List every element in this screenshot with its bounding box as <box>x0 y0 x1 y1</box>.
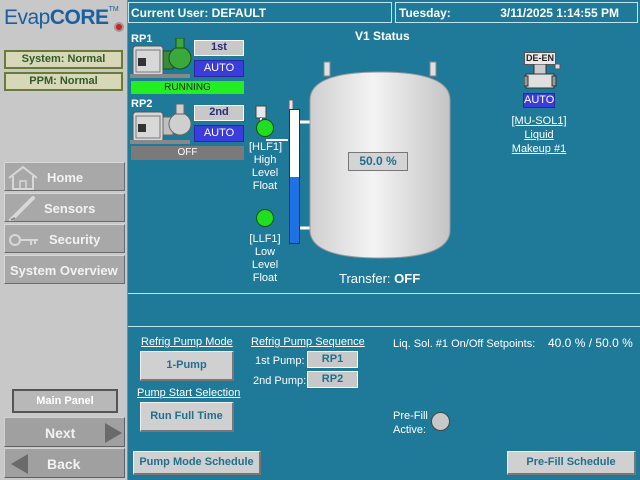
rp2-mode[interactable]: AUTO <box>194 125 244 142</box>
back-label: Back <box>47 456 81 472</box>
transfer-status: Transfer: OFF <box>339 271 420 286</box>
current-user: Current User: DEFAULT <box>128 2 392 23</box>
nav-sensors-button[interactable]: Sensors <box>4 193 125 222</box>
next-button[interactable]: Next <box>4 417 125 447</box>
setpoints-label: Liq. Sol. #1 On/Off Setpoints: <box>393 338 536 350</box>
hlf1-line3: Float <box>252 180 278 192</box>
nav-sensors-label: Sensors <box>44 201 96 216</box>
setpoints-values: 40.0 % / 50.0 % <box>548 336 633 350</box>
divider-bottom <box>128 326 640 327</box>
hlf1-line1: High <box>253 154 277 166</box>
prefill-line2: Active: <box>393 424 427 436</box>
pump-mode-title-link[interactable]: Refrig Pump Mode <box>141 336 233 348</box>
hlf1-label: [HLF1] High Level Float <box>249 141 283 193</box>
evapcore-logo: EvapCORETM <box>4 6 124 38</box>
valve-tag: [MU-SOL1] <box>511 115 567 127</box>
llf1-line3: Float <box>252 272 278 284</box>
hlf1-tag: [HLF1] <box>249 141 283 153</box>
llf1-label: [LLF1] Low Level Float <box>249 233 281 285</box>
tank-level-readout: 50.0 % <box>348 152 408 171</box>
transfer-label: Transfer: <box>339 271 391 286</box>
nav-home-button[interactable]: Home <box>4 162 125 191</box>
rp2-state: OFF <box>131 146 244 160</box>
valve-mode[interactable]: AUTO <box>523 93 555 108</box>
back-button[interactable]: Back <box>4 448 125 478</box>
hlf1-float-indicator <box>256 119 274 137</box>
valve-line1: Liquid <box>524 129 554 141</box>
prefill-schedule-button[interactable]: Pre-Fill Schedule <box>507 451 636 475</box>
key-icon <box>9 234 38 246</box>
prefill-active-indicator <box>431 412 450 431</box>
second-pump-value[interactable]: RP2 <box>307 371 358 388</box>
arrow-left-icon <box>11 454 28 474</box>
next-label: Next <box>45 425 76 441</box>
llf1-float-indicator <box>256 209 274 227</box>
system-status-badge: System: Normal <box>4 50 123 69</box>
second-pump-label: 2nd Pump: <box>253 375 307 387</box>
first-pump-value[interactable]: RP1 <box>307 351 358 368</box>
sensor-probe-icon <box>9 196 35 221</box>
status-title: V1 Status <box>355 29 410 43</box>
llf1-line2: Level <box>251 259 279 271</box>
pump-mode-schedule-button[interactable]: Pump Mode Schedule <box>133 451 261 475</box>
ppm-status-badge: PPM: Normal <box>4 72 123 91</box>
first-pump-label: 1st Pump: <box>255 355 305 367</box>
nav-security-button[interactable]: Security <box>4 224 125 253</box>
level-fill <box>290 176 299 243</box>
main-panel-button[interactable]: Main Panel <box>12 389 118 413</box>
llf1-line1: Low <box>254 246 276 258</box>
rp1-mode[interactable]: AUTO <box>194 60 244 77</box>
rp2-order: 2nd <box>194 105 244 121</box>
valve-line2: Makeup #1 <box>511 143 567 155</box>
rp2-pump-icon[interactable] <box>130 104 192 146</box>
pump-mode-button[interactable]: 1-Pump <box>140 351 234 381</box>
sequence-title-link[interactable]: Refrig Pump Sequence <box>251 336 365 348</box>
nav-system-overview-button[interactable]: System Overview <box>4 255 125 284</box>
valve-label[interactable]: [MU-SOL1] Liquid Makeup #1 <box>500 114 578 156</box>
transfer-value: OFF <box>394 271 421 286</box>
setpoint-on[interactable]: 40.0 % <box>548 336 585 350</box>
rp1-pump-icon[interactable] <box>130 38 192 80</box>
arrow-right-icon <box>105 423 122 443</box>
day-label: Tuesday: <box>399 6 451 20</box>
home-icon <box>8 165 38 190</box>
prefill-line1: Pre-Fill <box>393 410 428 422</box>
prefill-label: Pre-Fill Active: <box>393 409 428 437</box>
setpoint-separator: / <box>588 336 593 350</box>
logo-gear-icon <box>114 22 124 32</box>
logo-tm: TM <box>108 6 119 13</box>
llf1-tag: [LLF1] <box>249 233 281 245</box>
date-display: Tuesday: 3/11/2025 1:14:55 PM <box>395 2 638 23</box>
logo-name-light: Evap <box>4 6 50 29</box>
logo-name-bold: CORE <box>49 6 109 29</box>
solenoid-valve-icon[interactable] <box>524 64 562 92</box>
rp1-order: 1st <box>194 40 244 56</box>
nav-security-label: Security <box>49 232 101 247</box>
nav-system-overview-label: System Overview <box>10 263 118 278</box>
divider-top <box>128 293 640 294</box>
rp1-state: RUNNING <box>131 81 244 94</box>
level-column <box>289 109 300 244</box>
datetime-value: 3/11/2025 1:14:55 PM <box>500 6 619 20</box>
nav-home-label: Home <box>47 170 84 185</box>
start-selection-title-link[interactable]: Pump Start Selection <box>137 387 240 399</box>
hlf1-line2: Level <box>251 167 279 179</box>
start-selection-button[interactable]: Run Full Time <box>140 402 234 432</box>
setpoint-off[interactable]: 50.0 % <box>595 336 632 350</box>
